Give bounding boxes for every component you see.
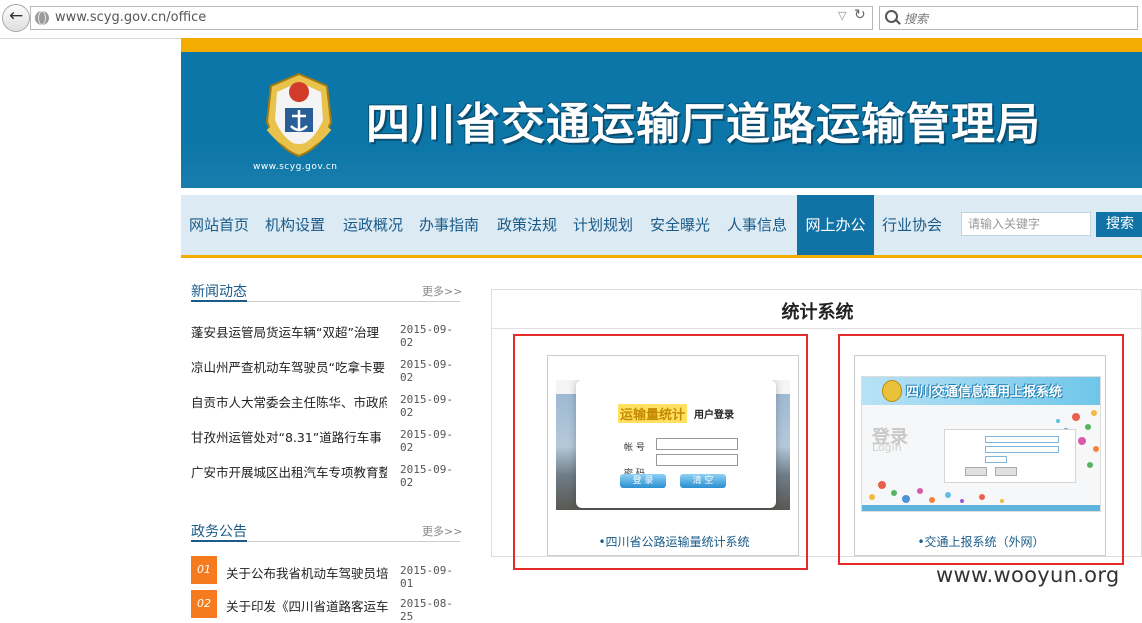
news-item-date: 2015-09-02 <box>400 358 453 384</box>
nav-item-online-office[interactable]: 网上办公 <box>797 195 874 255</box>
site-title: 四川省交通运输厅道路运输管理局 <box>366 99 1041 150</box>
news-item[interactable]: 甘孜州运管处对“8.31”道路行车事 2015-09-02 <box>191 427 461 454</box>
browser-search-input[interactable]: 搜索 <box>879 6 1138 30</box>
news-item-title[interactable]: 广安市开展城区出租汽车专项教育整 <box>191 462 387 481</box>
news-item-date: 2015-09-02 <box>400 393 453 419</box>
browser-toolbar: ← www.scyg.gov.cn/office ▽ ↻ 搜索 <box>0 0 1142 39</box>
news-item-date: 2015-09-02 <box>400 428 453 454</box>
notice-item-date: 2015-09-01 <box>400 564 453 590</box>
url-text: www.scyg.gov.cn/office <box>55 10 207 25</box>
search-icon <box>885 10 898 23</box>
nav-item-planning[interactable]: 计划规划 <box>565 195 641 255</box>
site-search-button[interactable]: 搜索 <box>1096 212 1142 237</box>
nav-item-home[interactable]: 网站首页 <box>181 195 257 255</box>
notice-item-title[interactable]: 关于印发《四川省道路客运车 <box>226 596 396 615</box>
notice-more-link[interactable]: 更多>> <box>422 523 462 539</box>
highlight-box-right <box>838 334 1124 565</box>
emblem-logo-icon <box>265 72 333 158</box>
stats-panel-divider <box>492 328 1142 329</box>
notice-title-underline <box>191 540 247 542</box>
highlight-box-left <box>513 334 808 570</box>
notice-item[interactable]: 关于公布我省机动车驾驶员培 2015-09-01 <box>226 563 461 590</box>
news-item-title[interactable]: 蓬安县运管局货运车辆“双超”治理 <box>191 322 387 341</box>
news-item-date: 2015-09-02 <box>400 323 453 349</box>
news-item-title[interactable]: 自贡市人大常委会主任陈华、市政府 <box>191 392 387 411</box>
nav-item-overview[interactable]: 运政概况 <box>335 195 411 255</box>
notice-section-title: 政务公告 <box>191 524 247 540</box>
back-button[interactable]: ← <box>2 4 30 32</box>
address-bar[interactable]: www.scyg.gov.cn/office ▽ ↻ <box>30 6 873 30</box>
nav-item-personnel[interactable]: 人事信息 <box>719 195 795 255</box>
nav-item-safety[interactable]: 安全曝光 <box>642 195 718 255</box>
browser-search-placeholder: 搜索 <box>904 12 929 26</box>
nav-item-association[interactable]: 行业协会 <box>874 195 950 255</box>
news-item-date: 2015-09-02 <box>400 463 453 489</box>
news-item[interactable]: 蓬安县运管局货运车辆“双超”治理 2015-09-02 <box>191 322 461 349</box>
news-title-underline <box>191 300 247 302</box>
news-more-link[interactable]: 更多>> <box>422 283 462 299</box>
news-item-title[interactable]: 甘孜州运管处对“8.31”道路行车事 <box>191 427 387 446</box>
stats-panel-title: 统计系统 <box>781 302 854 323</box>
notice-item-title[interactable]: 关于公布我省机动车驾驶员培 <box>226 563 396 582</box>
news-section-title: 新闻动态 <box>191 284 247 300</box>
watermark-text: www.wooyun.org <box>936 563 1120 587</box>
news-item[interactable]: 自贡市人大常委会主任陈华、市政府 2015-09-02 <box>191 392 461 419</box>
nav-item-organization[interactable]: 机构设置 <box>257 195 333 255</box>
dropdown-arrow-icon[interactable]: ▽ <box>838 9 846 22</box>
notice-item[interactable]: 关于印发《四川省道路客运车 2015-08-25 <box>226 596 461 623</box>
reload-icon[interactable]: ↻ <box>854 7 866 23</box>
notice-number-badge: 02 <box>191 590 217 618</box>
notice-number-badge: 01 <box>191 556 217 584</box>
site-banner: www.scyg.gov.cn 四川省交通运输厅道路运输管理局 <box>181 52 1142 188</box>
news-item[interactable]: 广安市开展城区出租汽车专项教育整 2015-09-02 <box>191 462 461 489</box>
notice-item-date: 2015-08-25 <box>400 597 453 623</box>
nav-bottom-line <box>181 255 1142 258</box>
news-item-title[interactable]: 凉山州严查机动车驾驶员“吃拿卡要 <box>191 357 387 376</box>
main-nav: 网站首页 机构设置 运政概况 办事指南 政策法规 计划规划 安全曝光 人事信息 … <box>181 195 1142 255</box>
top-accent-stripe <box>181 38 1142 52</box>
site-domain: www.scyg.gov.cn <box>253 162 338 172</box>
news-item[interactable]: 凉山州严查机动车驾驶员“吃拿卡要 2015-09-02 <box>191 357 461 384</box>
site-search-input[interactable]: 请输入关键字 <box>961 212 1091 236</box>
nav-item-guide[interactable]: 办事指南 <box>411 195 487 255</box>
back-arrow-icon: ← <box>9 6 24 26</box>
nav-item-policy[interactable]: 政策法规 <box>489 195 565 255</box>
globe-icon <box>35 11 49 25</box>
